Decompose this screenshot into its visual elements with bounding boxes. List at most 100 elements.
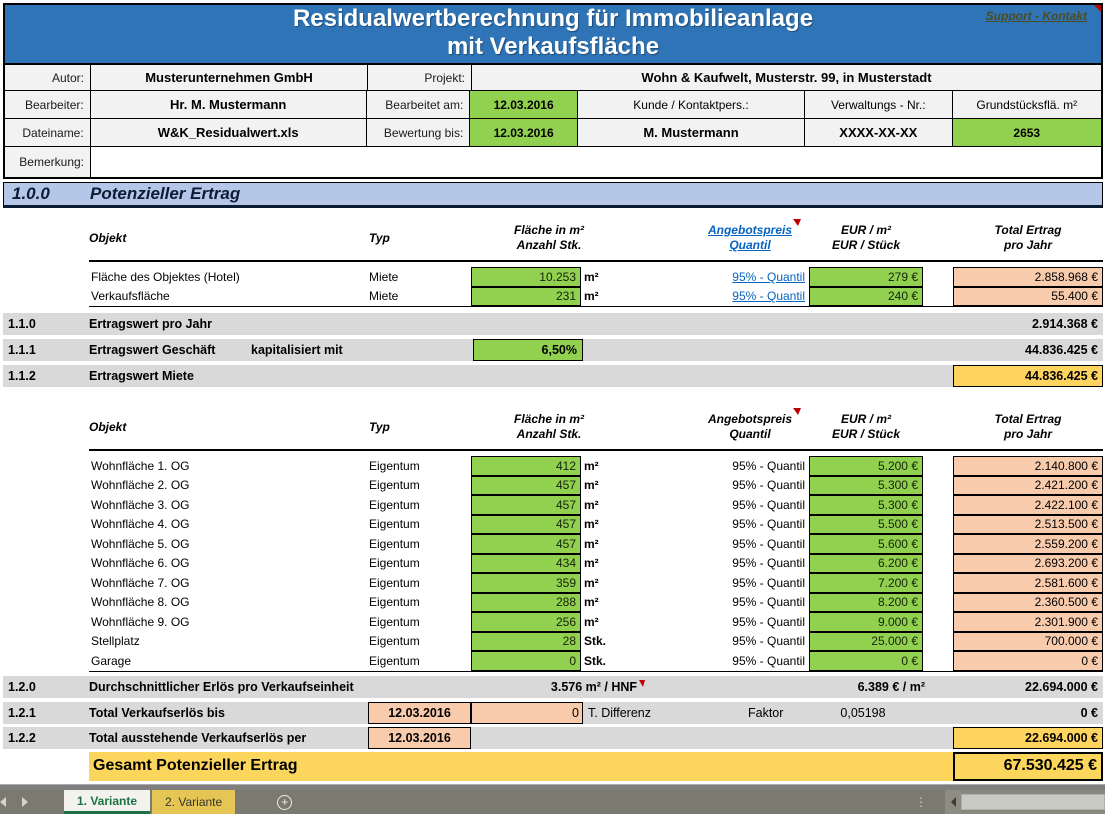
row-menge-input-cell[interactable]: 231 bbox=[471, 287, 581, 307]
row-total-cell: 2.360.500 € bbox=[953, 593, 1103, 613]
row-menge-input-cell[interactable]: 359 bbox=[471, 573, 581, 593]
more-options-icon[interactable]: ⋮ bbox=[915, 795, 927, 809]
add-sheet-button[interactable]: + bbox=[277, 790, 292, 814]
grundstueck-value-cell[interactable]: 2653 bbox=[953, 119, 1101, 146]
page-title-line2: mit Verkaufsfläche bbox=[5, 33, 1101, 61]
band-index: 1.1.1 bbox=[3, 343, 89, 357]
table1-bottom-rule bbox=[89, 306, 1103, 307]
verkaufserloes-bis-date-cell[interactable]: 12.03.2016 bbox=[368, 702, 471, 724]
info-row-autor: Autor: Musterunternehmen GmbH Projekt: W… bbox=[5, 65, 1101, 91]
row-preis-input-cell[interactable]: 9.000 € bbox=[809, 612, 923, 632]
next-sheet-icon[interactable] bbox=[22, 797, 28, 807]
section-index: 1.0.0 bbox=[4, 184, 90, 204]
row-menge-input-cell[interactable]: 256 bbox=[471, 612, 581, 632]
row-menge-input-cell[interactable]: 28 bbox=[471, 632, 581, 652]
row-quantil: 95% - Quantil bbox=[691, 632, 809, 652]
row-menge-input-cell[interactable]: 10.253 bbox=[471, 267, 581, 287]
row-menge-input-cell[interactable]: 288 bbox=[471, 593, 581, 613]
row-total-cell: 2.858.968 € bbox=[953, 267, 1103, 287]
comment-marker-icon bbox=[1094, 5, 1101, 12]
row-objekt: Wohnfläche 9. OG bbox=[89, 612, 369, 632]
row-total-cell: 700.000 € bbox=[953, 632, 1103, 652]
row-einheit: Stk. bbox=[581, 632, 627, 652]
diff-label: T. Differenz bbox=[583, 706, 748, 720]
kapitalisierungszins-input-cell[interactable]: 6,50% bbox=[473, 339, 583, 361]
row-menge-input-cell[interactable]: 0 bbox=[471, 651, 581, 671]
row-total-cell: 2.581.600 € bbox=[953, 573, 1103, 593]
band-1-1-0: 1.1.0 Ertragswert pro Jahr 2.914.368 € bbox=[3, 313, 1103, 335]
projekt-value: Wohn & Kaufwelt, Musterstr. 99, in Muste… bbox=[472, 65, 1101, 90]
row-total-cell: 55.400 € bbox=[953, 287, 1103, 307]
row-preis-input-cell[interactable]: 5.300 € bbox=[809, 495, 923, 515]
band-label: Ertragswert Miete bbox=[89, 369, 194, 383]
row-quantil: 95% - Quantil bbox=[691, 476, 809, 496]
section-header: 1.0.0 Potenzieller Ertrag bbox=[3, 182, 1103, 208]
horizontal-scrollbar[interactable] bbox=[945, 790, 1105, 814]
section-title: Potenzieller Ertrag bbox=[90, 184, 240, 204]
bearbeitet-am-date-cell[interactable]: 12.03.2016 bbox=[470, 91, 578, 118]
bewertung-bis-date-cell[interactable]: 12.03.2016 bbox=[470, 119, 578, 146]
spreadsheet-page: Residualwertberechnung für Immobilieanla… bbox=[0, 0, 1105, 814]
row-typ: Eigentum bbox=[369, 515, 471, 535]
table2-rows: Wohnfläche 1. OG Eigentum 412 m² 95% - Q… bbox=[3, 451, 1103, 671]
row-preis-input-cell[interactable]: 5.200 € bbox=[809, 456, 923, 476]
row-typ: Eigentum bbox=[369, 593, 471, 613]
value-ertragswert-geschaeft: 44.836.425 € bbox=[583, 343, 1103, 357]
row-menge-input-cell[interactable]: 457 bbox=[471, 534, 581, 554]
gesamt-label: Gesamt Potenzieller Ertrag bbox=[89, 757, 298, 775]
page-title-line1: Residualwertberechnung für Immobilieanla… bbox=[5, 5, 1101, 33]
row-objekt: Stellplatz bbox=[89, 632, 369, 652]
support-kontakt-link[interactable]: Support - Kontakt bbox=[986, 9, 1087, 23]
tabbar-right-controls: ⋮ bbox=[915, 790, 1105, 814]
row-preis-input-cell[interactable]: 240 € bbox=[809, 287, 923, 307]
band-index: 1.2.0 bbox=[3, 680, 89, 694]
gesamt-value: 67.530.425 € bbox=[953, 752, 1103, 781]
tab-variante-2[interactable]: 2. Variante bbox=[152, 790, 235, 814]
row-preis-input-cell[interactable]: 8.200 € bbox=[809, 593, 923, 613]
table-row: Wohnfläche 4. OG Eigentum 457 m² 95% - Q… bbox=[3, 515, 1103, 535]
prev-sheet-icon[interactable] bbox=[0, 797, 6, 807]
row-menge-input-cell[interactable]: 457 bbox=[471, 495, 581, 515]
table-row: Wohnfläche 6. OG Eigentum 434 m² 95% - Q… bbox=[3, 554, 1103, 574]
bearbeitet-am-label: Bearbeitet am: bbox=[367, 91, 471, 118]
bemerkung-value-cell[interactable] bbox=[91, 147, 1101, 177]
kunde-label: Kunde / Kontaktpers.: bbox=[578, 91, 805, 118]
row-quantil-link[interactable]: 95% - Quantil bbox=[732, 270, 805, 284]
row-preis-input-cell[interactable]: 7.200 € bbox=[809, 573, 923, 593]
ausstehend-per-date-cell[interactable]: 12.03.2016 bbox=[368, 727, 471, 749]
row-quantil: 95% - Quantil bbox=[691, 573, 809, 593]
row-total-cell: 2.559.200 € bbox=[953, 534, 1103, 554]
table-row: Wohnfläche 9. OG Eigentum 256 m² 95% - Q… bbox=[3, 612, 1103, 632]
row-total-cell: 2.421.200 € bbox=[953, 476, 1103, 496]
info-row-dateiname: Dateiname: W&K_Residualwert.xls Bewertun… bbox=[5, 119, 1101, 147]
scrollbar-thumb[interactable] bbox=[961, 794, 1105, 810]
kunde-value: M. Mustermann bbox=[578, 119, 805, 146]
row-preis-input-cell[interactable]: 5.300 € bbox=[809, 476, 923, 496]
table-row: Wohnfläche 1. OG Eigentum 412 m² 95% - Q… bbox=[3, 456, 1103, 476]
row-preis-input-cell[interactable]: 5.600 € bbox=[809, 534, 923, 554]
row-menge-input-cell[interactable]: 434 bbox=[471, 554, 581, 574]
row-einheit: Stk. bbox=[581, 651, 627, 671]
table1-header: Objekt Typ Fläche in m²Anzahl Stk. Angeb… bbox=[3, 208, 1103, 260]
row-preis-input-cell[interactable]: 6.200 € bbox=[809, 554, 923, 574]
row-preis-input-cell[interactable]: 279 € bbox=[809, 267, 923, 287]
row-objekt: Wohnfläche 3. OG bbox=[89, 495, 369, 515]
row-preis-input-cell[interactable]: 5.500 € bbox=[809, 515, 923, 535]
tab-variante-1[interactable]: 1. Variante bbox=[64, 790, 150, 814]
row-menge-input-cell[interactable]: 412 bbox=[471, 456, 581, 476]
row-menge-input-cell[interactable]: 457 bbox=[471, 476, 581, 496]
row-menge-input-cell[interactable]: 457 bbox=[471, 515, 581, 535]
table-row: Fläche des Objektes (Hotel) Miete 10.253… bbox=[3, 267, 1103, 287]
band-label: Ertragswert Geschäft bbox=[89, 343, 251, 357]
row-quantil-link[interactable]: 95% - Quantil bbox=[732, 289, 805, 303]
row-quantil: 95% - Quantil bbox=[691, 554, 809, 574]
tab-label: 1. Variante bbox=[77, 794, 137, 808]
col-header-angebotspreis-link[interactable]: Angebotspreis Quantil bbox=[691, 223, 809, 253]
band-index: 1.2.1 bbox=[3, 706, 89, 720]
row-typ: Eigentum bbox=[369, 476, 471, 496]
row-preis-input-cell[interactable]: 25.000 € bbox=[809, 632, 923, 652]
scroll-left-button[interactable] bbox=[945, 790, 961, 814]
row-preis-input-cell[interactable]: 0 € bbox=[809, 651, 923, 671]
verwaltung-value: XXXX-XX-XX bbox=[805, 119, 952, 146]
row-typ: Miete bbox=[369, 287, 471, 307]
